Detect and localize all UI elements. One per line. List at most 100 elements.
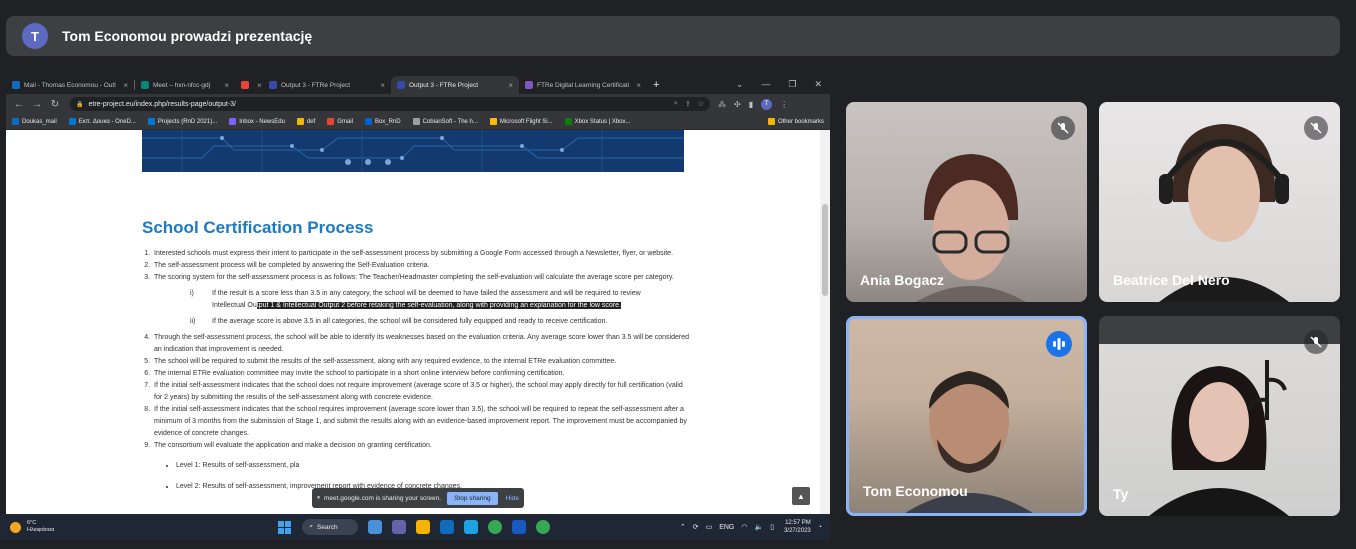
screen-share-notification: ⏸ meet.google.com is sharing your screen… (312, 488, 524, 508)
chevron-up-icon[interactable]: ⌃ (680, 523, 686, 531)
extensions-puzzle-icon[interactable]: ✣ (734, 100, 741, 109)
bookmark-item[interactable]: Inbox - NewsEdu (229, 118, 285, 125)
windows-start-icon[interactable] (278, 520, 292, 534)
word-icon[interactable] (512, 520, 527, 534)
close-icon[interactable]: × (636, 81, 641, 90)
close-icon[interactable]: × (123, 81, 128, 90)
bookmark-item[interactable]: CobianSoft - The h... (412, 118, 478, 125)
close-icon[interactable]: × (257, 81, 262, 90)
sub-item-text: If the result is a score less than 3.5 i… (212, 290, 641, 309)
hero-banner-image (142, 130, 684, 172)
edge-icon[interactable] (464, 520, 479, 534)
presenter-avatar: T (22, 23, 48, 49)
list-item: The internal ETRe evaluation committee m… (152, 368, 690, 380)
close-icon[interactable]: × (508, 81, 513, 90)
sub-item: ii) If the average score is above 3.5 in… (154, 316, 690, 328)
browser-tab[interactable]: Mail - Thomas Economou - Outl × (6, 76, 134, 94)
window-controls: ⌄ — ❐ ✕ (736, 79, 830, 90)
steps-list: Interested schools must express their in… (142, 248, 690, 452)
chrome-icon[interactable] (488, 520, 503, 534)
share-icon[interactable]: ⇪ (685, 100, 691, 108)
back-icon[interactable]: ← (14, 99, 24, 110)
extension-icon[interactable]: ⁂ (718, 100, 726, 109)
battery-icon[interactable]: ▯ (770, 523, 774, 531)
bookmark-item[interactable]: def (296, 118, 315, 125)
forward-icon[interactable]: → (32, 99, 42, 110)
bookmark-item[interactable]: Microsoft Flight Si... (489, 118, 553, 125)
onedrive-icon (68, 118, 76, 125)
sub-item: i) If the result is a score less than 3.… (154, 288, 690, 312)
page-scrollbar[interactable] (820, 130, 830, 514)
list-item: If the initial self-assessment indicates… (152, 380, 690, 404)
browser-tab[interactable]: Meet – hxn-nfcc-gdj × (135, 76, 235, 94)
participant-tile-active-speaker[interactable]: Tom Economou (846, 316, 1087, 516)
shared-screen: Mail - Thomas Economou - Outl × Meet – hx… (6, 74, 830, 514)
outlook-icon[interactable] (440, 520, 455, 534)
bookmark-item[interactable]: Xbox Status | Xbox... (564, 118, 631, 125)
file-explorer-icon[interactable] (416, 520, 431, 534)
participant-tile[interactable]: Ania Bogacz (846, 102, 1087, 302)
browser-tab[interactable]: × (235, 76, 263, 94)
muted-mic-icon (1051, 116, 1075, 140)
weather-condition: Ηλιοφάνεια (27, 527, 55, 533)
stop-sharing-button[interactable]: Stop sharing (447, 491, 498, 505)
close-icon[interactable]: × (224, 81, 229, 90)
page-title: School Certification Process (142, 218, 374, 237)
wifi-icon[interactable]: ◠ (741, 523, 747, 531)
chrome-icon[interactable] (536, 520, 551, 534)
url-text[interactable]: etre-project.eu/index.php/results-page/o… (88, 101, 666, 108)
close-window-icon[interactable]: ✕ (814, 79, 822, 90)
browser-tab-active[interactable]: Output 3 - FTRe Project × (391, 76, 519, 94)
participant-video (1149, 360, 1289, 516)
bookmark-star-icon[interactable]: ☆ (698, 100, 704, 108)
restore-icon[interactable]: ❐ (788, 79, 796, 90)
site-icon (269, 81, 277, 89)
scroll-to-top-button[interactable]: ▲ (792, 487, 810, 505)
teams-chat-icon[interactable] (392, 520, 407, 534)
cobian-icon (412, 118, 420, 125)
bookmark-item[interactable]: Box_RnD (364, 118, 401, 125)
sync-icon[interactable]: ⟳ (693, 523, 699, 531)
bookmark-item[interactable]: Projects (RnD 2021)... (147, 118, 217, 125)
hide-button[interactable]: Hide (506, 495, 519, 502)
bookmark-item[interactable]: Doukas_mail (12, 118, 57, 125)
list-item: The scoring system for the self-assessme… (152, 272, 690, 328)
bookmark-item[interactable]: Gmail (327, 118, 353, 125)
participant-tile-self[interactable]: Ty (1099, 316, 1340, 516)
close-icon[interactable]: × (380, 81, 385, 90)
side-panel-icon[interactable]: ▮ (749, 100, 753, 109)
other-bookmarks[interactable]: Other bookmarks (767, 118, 824, 125)
clock[interactable]: 12:57 PM 3/27/2023 (784, 519, 811, 535)
weather-widget[interactable]: 6°C Ηλιοφάνεια (10, 520, 54, 534)
browser-tab[interactable]: FTRe Digital Learning Certificati × (519, 76, 647, 94)
gmail-icon (327, 118, 335, 125)
address-bar[interactable]: 🔒 etre-project.eu/index.php/results-page… (70, 97, 710, 111)
minimize-icon[interactable]: — (761, 79, 770, 90)
folder-icon (767, 118, 775, 125)
taskbar-search[interactable]: ⌕ Search (302, 519, 359, 535)
new-tab-button[interactable]: + (653, 79, 659, 91)
bookmarks-bar: Doukas_mail Εκπ. Δουκα - OneD... Project… (6, 114, 830, 130)
selected-text[interactable]: tput 1 & Intellectual Output 2 before re… (256, 302, 621, 309)
onedrive-icon (147, 118, 155, 125)
notification-icon[interactable]: ◔ (818, 524, 822, 531)
tab-search-icon[interactable]: ⌄ (736, 79, 744, 90)
taskbar-apps: ⌕ Search (272, 519, 555, 535)
menu-kebab-icon[interactable]: ⋮ (780, 100, 788, 109)
browser-tab[interactable]: Output 3 - FTRe Project × (263, 76, 391, 94)
scrollbar-thumb[interactable] (822, 204, 828, 296)
language-indicator[interactable]: ENG (719, 524, 734, 531)
reload-icon[interactable]: ↻ (50, 99, 60, 110)
display-icon[interactable]: ▭ (706, 523, 713, 531)
profile-avatar[interactable]: T (761, 98, 773, 110)
weather-temperature: 6°C (27, 520, 37, 526)
volume-icon[interactable]: 🔈 (754, 523, 763, 531)
bookmark-item[interactable]: Εκπ. Δουκα - OneD... (68, 118, 136, 125)
task-view-icon[interactable] (368, 520, 383, 534)
presentation-banner: T Tom Economou prowadzi prezentację (6, 16, 1340, 56)
zoom-icon[interactable]: ⌕ (674, 100, 678, 108)
drag-handle-icon[interactable]: ⏸ (317, 495, 320, 502)
participant-tile[interactable]: Beatrice Del Nero (1099, 102, 1340, 302)
lock-icon[interactable]: 🔒 (76, 101, 83, 108)
participant-name: Tom Economou (863, 483, 968, 499)
